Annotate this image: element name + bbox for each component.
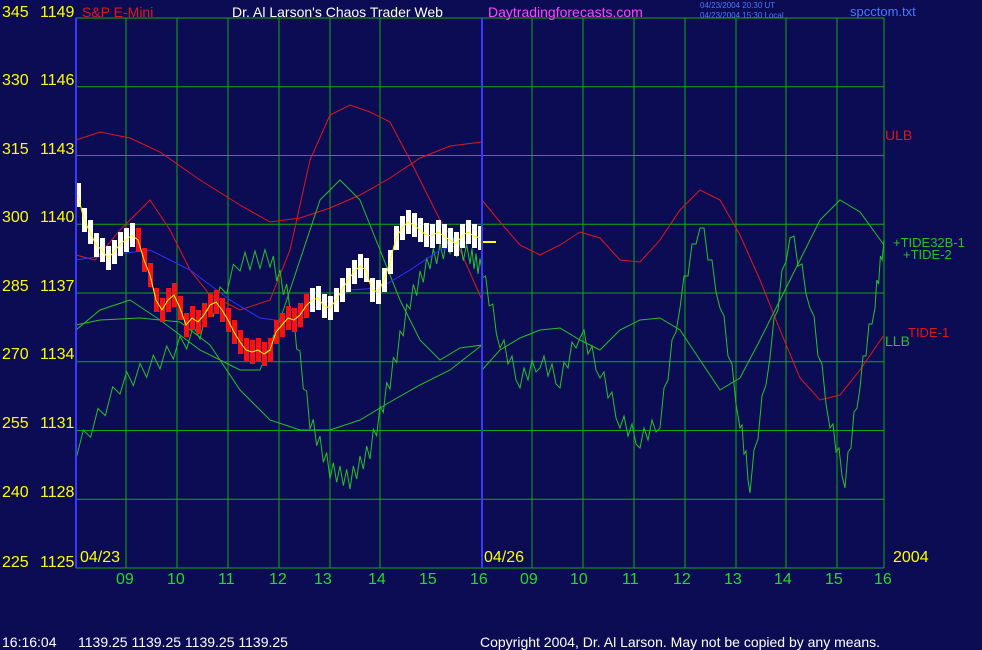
date-label-mid: 04/26 [484, 549, 525, 566]
x-tick: 16 [470, 571, 488, 588]
x-tick: 14 [774, 571, 792, 588]
x-tick: 10 [570, 571, 588, 588]
y-tick-left: 345 [2, 4, 29, 21]
date-label-year: 2004 [893, 549, 929, 566]
y-tick-left: 240 [2, 484, 29, 501]
x-tick: 11 [218, 571, 235, 588]
series-label-llb: LLB [885, 333, 910, 349]
x-tick: 10 [167, 571, 185, 588]
y-tick-left: 315 [2, 141, 29, 158]
series-label-tide2: +TIDE-2 [903, 247, 952, 262]
footer-prices: 1139.25 1139.25 1139.25 1139.25 [78, 634, 288, 650]
indicator-lines [75, 104, 885, 494]
y-tick-left: 270 [2, 346, 29, 363]
x-tick: 16 [874, 571, 892, 588]
timestamp-ut: 04/23/2004 20:30 UT [700, 1, 776, 10]
chart-grid [76, 17, 885, 569]
x-tick: 15 [825, 571, 843, 588]
y-tick-price: 1149 [40, 4, 75, 21]
y-tick-left: 225 [2, 554, 29, 571]
y-tick-price: 1131 [40, 415, 75, 432]
x-tick: 12 [673, 571, 691, 588]
series-label-tide1: TIDE-1 [908, 325, 950, 340]
footer-time: 16:16:04 [2, 634, 57, 650]
tide-1-line-right [481, 189, 885, 401]
x-tick: 13 [724, 571, 742, 588]
y-tick-price: 1140 [40, 209, 75, 226]
trend-line [75, 241, 471, 323]
y-tick-left: 330 [2, 72, 29, 89]
site-url[interactable]: Daytradingforecasts.com [488, 4, 643, 20]
x-tick: 13 [314, 571, 332, 588]
y-tick-price: 1134 [40, 346, 75, 363]
x-tick: 14 [368, 571, 386, 588]
y-tick-price: 1137 [40, 278, 75, 295]
y-tick-price: 1125 [40, 554, 75, 571]
footer-copyright: Copyright 2004, Dr. Al Larson. May not b… [480, 634, 881, 650]
instrument-label: S&P E-Mini [82, 4, 154, 20]
x-tick: 09 [520, 571, 538, 588]
site-title: Dr. Al Larson's Chaos Trader Web [232, 4, 443, 20]
y-tick-price: 1128 [40, 484, 75, 501]
tide32b-line-right [481, 227, 885, 494]
date-label-start: 04/23 [80, 549, 121, 566]
y-tick-price: 1143 [40, 141, 75, 158]
y-tick-left: 300 [2, 209, 29, 226]
series-label-ulb: ULB [885, 127, 913, 143]
x-tick: 15 [419, 571, 437, 588]
file-name: spcctom.txt [850, 4, 916, 19]
x-tick: 09 [116, 571, 134, 588]
y-tick-price: 1146 [40, 72, 75, 89]
y-tick-left: 255 [2, 415, 29, 432]
x-tick: 11 [622, 571, 639, 588]
x-tick: 12 [269, 571, 287, 588]
timestamp-local: 04/23/2004 15:30 Local [700, 11, 784, 20]
y-tick-left: 285 [2, 278, 29, 295]
